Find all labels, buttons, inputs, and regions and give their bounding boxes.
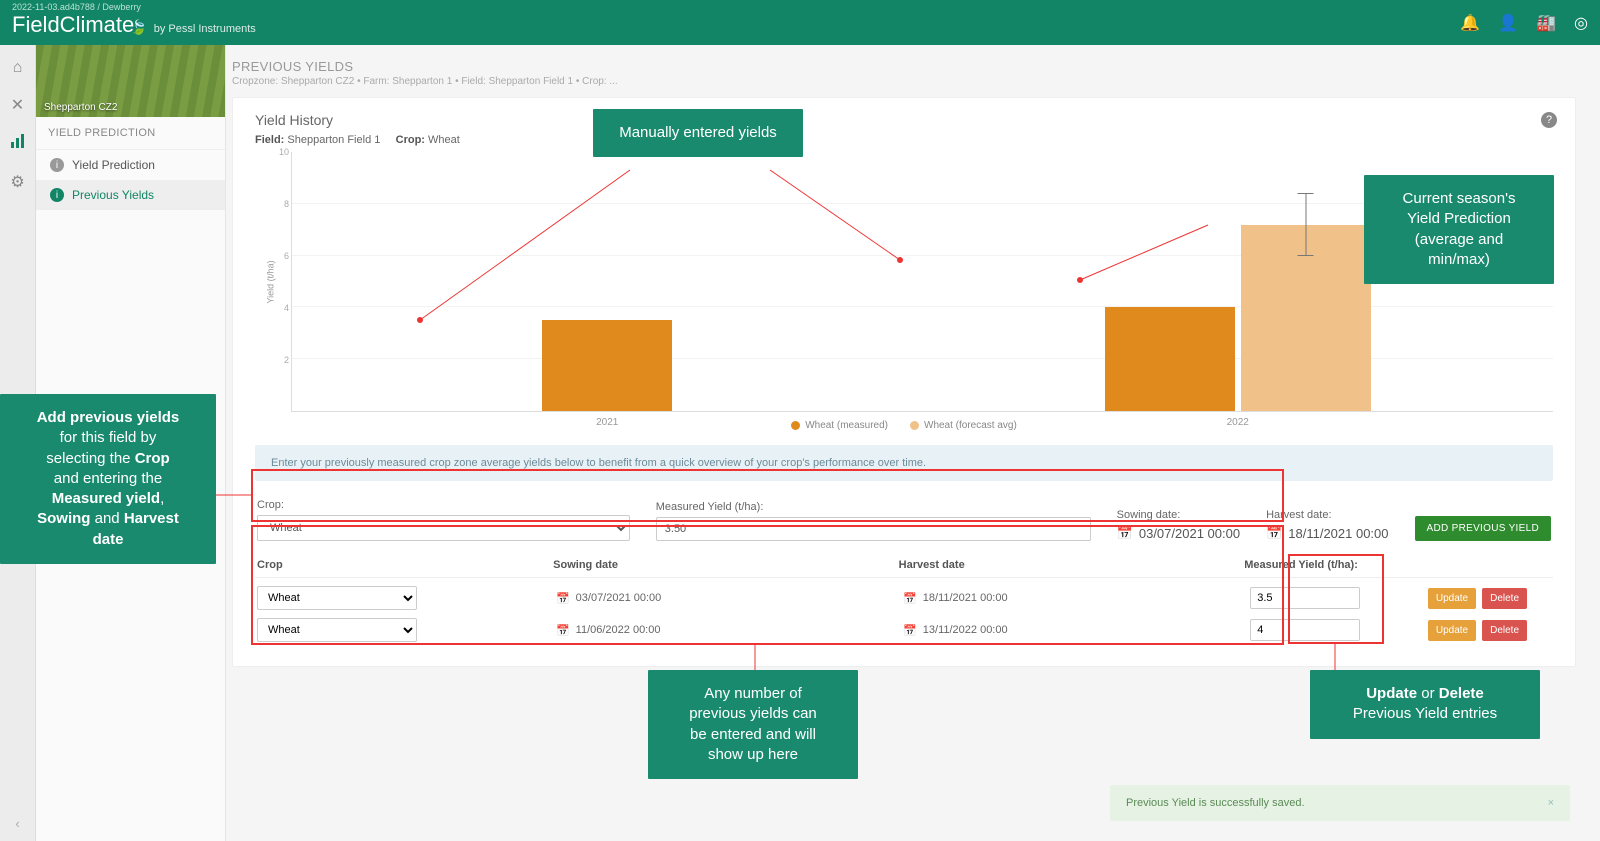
annotation-dot — [897, 257, 903, 263]
close-icon[interactable]: × — [1548, 797, 1554, 809]
help-icon[interactable]: ? — [1541, 112, 1557, 128]
calendar-icon: 📅 — [903, 592, 917, 605]
leaf-icon: 🍃 — [130, 19, 147, 35]
y-tick: 10 — [279, 147, 289, 157]
field-label: Field: — [255, 134, 284, 146]
user-icon[interactable]: 👤 — [1498, 13, 1518, 33]
th-crop: Crop — [257, 559, 553, 571]
factory-icon[interactable]: 🏭 — [1536, 13, 1556, 33]
page-title: PREVIOUS YIELDS — [232, 53, 1576, 76]
y-tick: 6 — [284, 251, 289, 261]
build-tag: 2022-11-03.ad4b788 / Dewberry — [12, 2, 141, 12]
row-harvest[interactable]: 18/11/2021 00:00 — [923, 592, 1008, 604]
calendar-icon: 📅 — [1266, 525, 1282, 541]
annotation-update-delete: Update or DeletePrevious Yield entries — [1310, 670, 1540, 739]
chart-legend: Wheat (measured) Wheat (forecast avg) — [255, 420, 1553, 431]
row-sowing[interactable]: 03/07/2021 00:00 — [576, 592, 662, 604]
sowing-date-input[interactable]: 03/07/2021 00:00 — [1139, 526, 1240, 541]
y-tick: 8 — [284, 199, 289, 209]
sidebar-item-yield-prediction[interactable]: i Yield Prediction — [36, 150, 225, 180]
annotation-rows: Any number ofprevious yields canbe enter… — [648, 670, 858, 779]
calendar-icon: 📅 — [903, 624, 917, 637]
bell-icon[interactable]: 🔔 — [1460, 13, 1480, 33]
yield-chart: Yield (t/ha) 2 4 6 8 10 20212022 — [255, 152, 1553, 412]
home-icon[interactable]: ⌂ — [13, 59, 23, 77]
row-harvest[interactable]: 13/11/2022 00:00 — [923, 624, 1008, 636]
topbar-actions: 🔔 👤 🏭 ◎ — [1460, 13, 1588, 33]
crop-select[interactable]: Wheat — [257, 515, 630, 541]
add-previous-yield-button[interactable]: ADD PREVIOUS YIELD — [1415, 516, 1551, 541]
update-button[interactable]: Update — [1428, 620, 1476, 641]
field-thumbnail[interactable]: Shepparton CZ2 — [36, 45, 225, 117]
measured-yield-label: Measured Yield (t/ha): — [656, 501, 1091, 513]
legend-label: Wheat (measured) — [805, 420, 888, 431]
legend-swatch — [910, 421, 919, 430]
broadcast-icon[interactable]: ◎ — [1574, 13, 1588, 33]
breadcrumb: Cropzone: Shepparton CZ2 • Farm: Sheppar… — [232, 76, 1576, 87]
th-sowing: Sowing date — [553, 559, 899, 571]
th-harvest: Harvest date — [899, 559, 1245, 571]
harvest-date-input[interactable]: 18/11/2021 00:00 — [1288, 526, 1388, 541]
chart-icon[interactable] — [10, 133, 26, 154]
crop-label: Crop: — [396, 134, 425, 146]
legend-label: Wheat (forecast avg) — [924, 420, 1017, 431]
annotation-manual-yields: Manually entered yields — [593, 109, 803, 157]
brand-name: FieldClimate — [12, 12, 134, 37]
sidebar-section-title: YIELD PREDICTION — [36, 117, 225, 150]
legend-swatch — [791, 421, 800, 430]
sidebar-item-label: Previous Yields — [72, 188, 154, 202]
th-yield: Measured Yield (t/ha): — [1244, 559, 1491, 571]
thumbnail-caption: Shepparton CZ2 — [44, 102, 117, 113]
table-row: Wheat 📅 03/07/2021 00:00 📅 18/11/2021 00:00 U… — [255, 582, 1553, 614]
row-sowing[interactable]: 11/06/2022 00:00 — [576, 624, 661, 636]
crop-select-label: Crop: — [257, 499, 630, 511]
sidebar-item-previous-yields[interactable]: i Previous Yields — [36, 180, 225, 210]
top-bar: 2022-11-03.ad4b788 / Dewberry FieldClima… — [0, 0, 1600, 45]
toast-text: Previous Yield is successfully saved. — [1126, 797, 1305, 809]
annotation-dot — [417, 317, 423, 323]
table-row: Wheat 📅 11/06/2022 00:00 📅 13/11/2022 00:00 U… — [255, 614, 1553, 646]
delete-button[interactable]: Delete — [1482, 620, 1527, 641]
annotation-current-season: Current season'sYield Prediction(average… — [1364, 175, 1554, 284]
sowing-date-label: Sowing date: — [1117, 509, 1240, 521]
measured-yield-input[interactable] — [656, 517, 1091, 541]
calendar-icon: 📅 — [556, 592, 570, 605]
previous-yields-table: Crop Sowing date Harvest date Measured Y… — [255, 553, 1553, 646]
legend-item: Wheat (measured) — [791, 420, 888, 431]
sidebar-item-label: Yield Prediction — [72, 158, 155, 172]
legend-item: Wheat (forecast avg) — [910, 420, 1017, 431]
card-title: Yield History — [255, 112, 1553, 128]
brand-byline: by Pessl Instruments — [154, 23, 256, 35]
collapse-icon[interactable]: ‹ — [15, 816, 19, 831]
add-yield-form: Crop: Wheat Measured Yield (t/ha): Sowin… — [255, 495, 1553, 553]
row-crop-select[interactable]: Wheat — [257, 618, 417, 642]
annotation-add-yields: Add previous yieldsfor this field bysele… — [0, 394, 216, 564]
toast-success: Previous Yield is successfully saved. × — [1110, 785, 1570, 821]
annotation-dot — [1077, 277, 1083, 283]
brand-logo[interactable]: FieldClimate🍃 by Pessl Instruments — [12, 12, 256, 38]
y-tick: 2 — [284, 355, 289, 365]
harvest-date-label: Harvest date: — [1266, 509, 1388, 521]
calendar-icon: 📅 — [556, 624, 570, 637]
info-icon: i — [50, 158, 64, 172]
row-crop-select[interactable]: Wheat — [257, 586, 417, 610]
delete-button[interactable]: Delete — [1482, 588, 1527, 609]
gear-icon[interactable]: ⚙ — [10, 172, 24, 192]
update-button[interactable]: Update — [1428, 588, 1476, 609]
card-meta: Field: Shepparton Field 1 Crop: Wheat — [255, 134, 1553, 146]
calendar-icon: 📅 — [1117, 525, 1133, 541]
info-icon: i — [50, 188, 64, 202]
y-axis: Yield (t/ha) 2 4 6 8 10 — [255, 152, 291, 412]
tools-icon[interactable]: ✕ — [11, 95, 24, 115]
crop-value: Wheat — [428, 134, 460, 146]
info-banner: Enter your previously measured crop zone… — [255, 445, 1553, 481]
row-yield-input[interactable] — [1250, 619, 1360, 641]
y-axis-label: Yield (t/ha) — [266, 260, 276, 303]
y-tick: 4 — [284, 303, 289, 313]
row-yield-input[interactable] — [1250, 587, 1360, 609]
field-value: Shepparton Field 1 — [287, 134, 380, 146]
